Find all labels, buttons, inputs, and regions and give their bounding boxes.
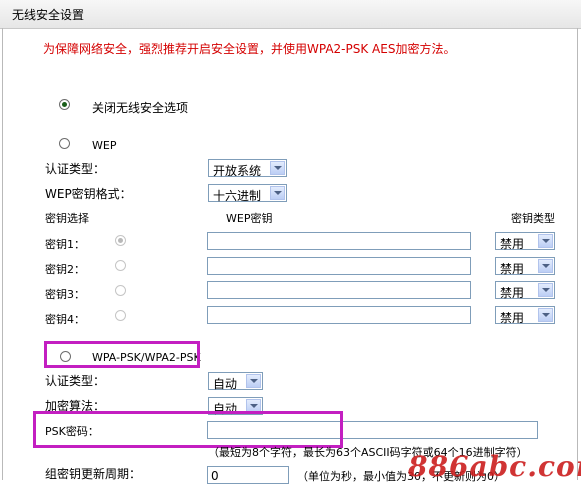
wpa-auth-label: 认证类型： [45,374,106,388]
radio-wep[interactable] [59,138,70,149]
key2-radio[interactable] [115,260,126,271]
wep-format-value: 十六进制 [213,189,262,203]
key4-input[interactable] [207,306,471,324]
key1-type-select[interactable]: 禁用 [495,232,555,251]
key1-radio[interactable] [115,235,126,246]
security-warning: 为保障网络安全，强烈推荐开启安全设置，并使用WPA2-PSK AES加密方法。 [43,42,456,56]
group-key-period-value: 0 [211,469,219,483]
key1-label: 密钥1： [45,238,85,251]
wep-auth-select[interactable]: 开放系统 [208,159,287,178]
key3-label: 密钥3： [45,288,85,301]
chevron-down-icon [270,161,285,175]
router-settings-page: 无线安全设置 为保障网络安全，强烈推荐开启安全设置，并使用WPA2-PSK AE… [0,0,581,484]
col-key-type: 密钥类型 [511,212,555,225]
wep-auth-value: 开放系统 [213,164,262,178]
group-key-period-input[interactable]: 0 [207,466,289,484]
chevron-down-icon [538,283,553,297]
key2-type-value: 禁用 [500,262,525,276]
chevron-down-icon [246,374,261,388]
disable-security-label: 关闭无线安全选项 [92,101,189,115]
chevron-down-icon [538,308,553,322]
wep-format-label: WEP密钥格式： [45,187,132,201]
key3-input[interactable] [207,281,471,299]
key1-type-value: 禁用 [500,237,525,251]
key4-label: 密钥4： [45,313,85,326]
wep-label: WEP [92,139,117,152]
highlight-wpa-option [44,341,200,368]
key2-input[interactable] [207,257,471,275]
panel-border-right [577,28,578,480]
highlight-psk-password [33,411,343,448]
chevron-down-icon [270,186,285,200]
key3-type-value: 禁用 [500,286,525,300]
key2-type-select[interactable]: 禁用 [495,257,555,276]
key4-type-select[interactable]: 禁用 [495,306,555,325]
key3-radio[interactable] [115,285,126,296]
key1-input[interactable] [207,232,471,250]
wpa-auth-select[interactable]: 自动 [208,372,263,391]
key2-label: 密钥2： [45,263,85,276]
key4-radio[interactable] [115,310,126,321]
key3-type-select[interactable]: 禁用 [495,281,555,300]
col-key-select: 密钥选择 [45,212,89,225]
chevron-down-icon [538,259,553,273]
page-title: 无线安全设置 [12,8,85,22]
chevron-down-icon [538,234,553,248]
panel-border-left [2,28,3,480]
radio-disable-security[interactable] [59,99,70,110]
wpa-auth-value: 自动 [213,377,238,391]
wep-auth-label: 认证类型： [45,162,106,176]
wep-format-select[interactable]: 十六进制 [208,184,287,203]
site-watermark: 886abc.com [408,450,581,483]
panel-header: 无线安全设置 [0,0,581,29]
col-wep-key: WEP密钥 [226,212,273,225]
key4-type-value: 禁用 [500,311,525,325]
group-key-period-label: 组密钥更新周期： [45,467,142,481]
